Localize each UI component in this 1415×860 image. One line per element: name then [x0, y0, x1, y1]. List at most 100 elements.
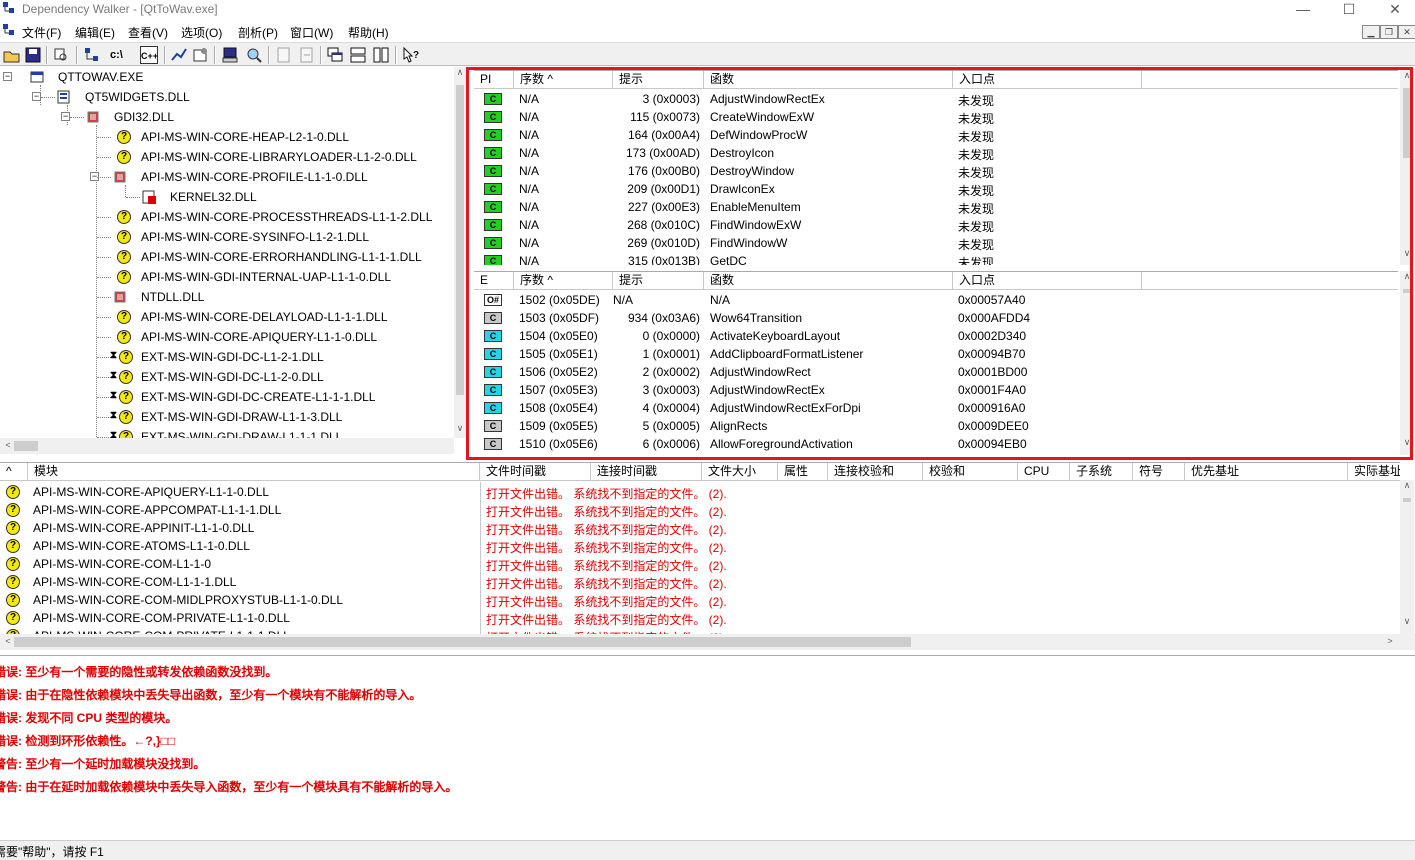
- scrollbar-thumb[interactable]: [1403, 88, 1411, 158]
- export-row[interactable]: C 1508 (0x05E4) 4 (0x0004) AdjustWindowRect…: [474, 399, 1398, 417]
- close-button[interactable]: ✕: [1372, 0, 1415, 20]
- tree-node[interactable]: − API-MS-WIN-CORE-PROFILE-L1-1-0.DLL: [0, 167, 454, 187]
- module-tree-pane[interactable]: − QTTOWAV.EXE − QT5WIDGETS.DLL − GDI32.DLL? AP…: [0, 67, 454, 438]
- tree-node[interactable]: ⧗? EXT-MS-WIN-GDI-DC-L1-2-1.DLL: [0, 347, 454, 367]
- modules-horizontal-scrollbar[interactable]: < >: [0, 634, 1415, 650]
- menu-view[interactable]: 查看(V): [128, 24, 168, 41]
- col-attributes[interactable]: 属性: [778, 463, 828, 481]
- export-row[interactable]: C 1506 (0x05E2) 2 (0x0002) AdjustWindowRect…: [474, 363, 1398, 381]
- col-subsystem[interactable]: 子系统: [1070, 463, 1133, 481]
- system-info-icon[interactable]: [221, 46, 239, 64]
- tree-node[interactable]: ? API-MS-WIN-GDI-INTERNAL-UAP-L1-1-0.DLL: [0, 267, 454, 287]
- tree-node[interactable]: ? API-MS-WIN-CORE-HEAP-L2-1-0.DLL: [0, 127, 454, 147]
- col-link-checksum[interactable]: 连接校验和: [828, 463, 923, 481]
- import-row[interactable]: C N/A 173 (0x00AD) DestroyIcon 未发现: [474, 144, 1398, 162]
- module-row[interactable]: ?API-MS-WIN-CORE-COM-PRIVATE-L1-1-1.DLL打…: [0, 627, 1400, 634]
- import-row[interactable]: C N/A 3 (0x0003) AdjustWindowRectEx 未发现: [474, 90, 1398, 108]
- minimize-button[interactable]: —: [1280, 0, 1326, 20]
- scroll-down-arrow[interactable]: ∨: [452, 423, 468, 434]
- col-pi[interactable]: PI: [474, 71, 514, 89]
- scrollbar-thumb[interactable]: [14, 441, 38, 451]
- expand-all-icon[interactable]: [83, 46, 101, 64]
- exports-pane[interactable]: E 序数 ^ 提示 函数 入口点 O# 1502 (0x05DE) N/A N/A 0x…: [474, 271, 1398, 455]
- module-row[interactable]: ? API-MS-WIN-CORE-COM-MIDLPROXYSTUB-L1-1-…: [0, 591, 1400, 609]
- export-row[interactable]: C 1503 (0x05DF) 934 (0x03A6) Wow64Transitio…: [474, 309, 1398, 327]
- col-checksum[interactable]: 校验和: [923, 463, 1018, 481]
- module-row[interactable]: ? API-MS-WIN-CORE-COM-PRIVATE-L1-1-0.DLL 打…: [0, 609, 1400, 627]
- col-actual-base[interactable]: 实际基址: [1348, 463, 1400, 481]
- scrollbar-thumb[interactable]: [456, 85, 464, 395]
- col-hint[interactable]: 提示: [613, 71, 704, 89]
- mdi-close-button[interactable]: ✕: [1398, 25, 1415, 39]
- import-row[interactable]: C N/A 315 (0x013B) GetDC 未发现: [474, 252, 1398, 265]
- copy-icon[interactable]: [52, 46, 70, 64]
- tree-node[interactable]: ⧗? EXT-MS-WIN-GDI-DC-L1-2-0.DLL: [0, 367, 454, 387]
- collapse-toggle[interactable]: −: [32, 92, 41, 101]
- col-hint[interactable]: 提示: [613, 272, 704, 290]
- export-row[interactable]: C 1510 (0x05E6) 6 (0x0006) AllowForegroundA…: [474, 435, 1398, 453]
- export-row[interactable]: C 1505 (0x05E1) 1 (0x0001) AddClipboardForm…: [474, 345, 1398, 363]
- tile-horizontal-icon[interactable]: [349, 46, 367, 64]
- col-ordinal[interactable]: 序数 ^: [514, 272, 613, 290]
- next-match-icon[interactable]: [298, 46, 316, 64]
- full-paths-button[interactable]: c:\: [110, 46, 128, 64]
- col-ordinal[interactable]: 序数 ^: [514, 71, 613, 89]
- import-row[interactable]: C N/A 176 (0x00B0) DestroyWindow 未发现: [474, 162, 1398, 180]
- collapse-toggle[interactable]: −: [61, 112, 70, 121]
- parent-imports-pane[interactable]: PI 序数 ^ 提示 函数 入口点 C N/A 3 (0x0003) AdjustWi…: [474, 70, 1398, 265]
- col-file-timestamp[interactable]: 文件时间戳: [480, 463, 591, 481]
- export-row[interactable]: O# 1502 (0x05DE) N/A N/A 0x00057A40: [474, 291, 1398, 309]
- exports-vertical-scrollbar[interactable]: ∧ ∨: [1400, 271, 1414, 455]
- col-entry-point[interactable]: 入口点: [953, 272, 1142, 290]
- scroll-up-arrow[interactable]: ∧: [1399, 70, 1415, 81]
- tile-vertical-icon[interactable]: [372, 46, 390, 64]
- mdi-minimize-button[interactable]: ▁: [1362, 25, 1380, 39]
- col-preferred-base[interactable]: 优先基址: [1185, 463, 1348, 481]
- menu-help[interactable]: 帮助(H): [348, 24, 389, 41]
- scroll-down-arrow[interactable]: ∨: [1399, 437, 1415, 448]
- import-row[interactable]: C N/A 268 (0x010C) FindWindowExW 未发现: [474, 216, 1398, 234]
- import-row[interactable]: C N/A 269 (0x010D) FindWindowW 未发现: [474, 234, 1398, 252]
- modules-vertical-scrollbar[interactable]: ∧ ∨: [1400, 480, 1414, 634]
- menu-edit[interactable]: 编辑(E): [75, 24, 115, 41]
- highlight-icon[interactable]: [275, 46, 293, 64]
- import-row[interactable]: C N/A 227 (0x00E3) EnableMenuItem 未发现: [474, 198, 1398, 216]
- maximize-button[interactable]: ☐: [1326, 0, 1372, 20]
- tree-vertical-scrollbar[interactable]: ∧ ∨: [454, 67, 466, 438]
- col-sort[interactable]: ^: [0, 463, 28, 481]
- import-row[interactable]: C N/A 209 (0x00D1) DrawIconEx 未发现: [474, 180, 1398, 198]
- col-file-size[interactable]: 文件大小: [702, 463, 778, 481]
- col-module[interactable]: 模块: [28, 463, 480, 481]
- tree-node[interactable]: ? API-MS-WIN-CORE-DELAYLOAD-L1-1-1.DLL: [0, 307, 454, 327]
- module-row[interactable]: ? API-MS-WIN-CORE-COM-L1-1-0 打开文件出错。 系统找不到…: [0, 555, 1400, 573]
- open-icon[interactable]: [3, 46, 21, 64]
- menu-options[interactable]: 选项(O): [181, 24, 222, 41]
- profile-icon[interactable]: [170, 46, 188, 64]
- tree-node[interactable]: ? API-MS-WIN-CORE-APIQUERY-L1-1-0.DLL: [0, 327, 454, 347]
- module-row[interactable]: ? API-MS-WIN-CORE-APPCOMPAT-L1-1-1.DLL 打开文…: [0, 501, 1400, 519]
- undecorate-cpp-button[interactable]: C++: [140, 46, 158, 64]
- menu-window[interactable]: 窗口(W): [290, 24, 333, 41]
- scrollbar-thumb[interactable]: [1403, 289, 1411, 293]
- col-entry-point[interactable]: 入口点: [953, 71, 1142, 89]
- search-icon[interactable]: [245, 46, 263, 64]
- col-function[interactable]: 函数: [704, 272, 953, 290]
- scrollbar-thumb[interactable]: [1403, 498, 1411, 502]
- col-e[interactable]: E: [474, 272, 514, 290]
- import-row[interactable]: C N/A 115 (0x0073) CreateWindowExW 未发现: [474, 108, 1398, 126]
- scroll-down-arrow[interactable]: ∨: [1399, 248, 1415, 259]
- col-link-timestamp[interactable]: 连接时间戳: [591, 463, 702, 481]
- mdi-restore-button[interactable]: ❐: [1380, 25, 1398, 39]
- imports-vertical-scrollbar[interactable]: ∧ ∨: [1400, 70, 1414, 265]
- module-row[interactable]: ? API-MS-WIN-CORE-APPINIT-L1-1-0.DLL 打开文件出…: [0, 519, 1400, 537]
- tree-node[interactable]: KERNEL32.DLL: [0, 187, 454, 207]
- cascade-icon[interactable]: [326, 46, 344, 64]
- scroll-right-arrow[interactable]: >: [1382, 636, 1398, 646]
- save-icon[interactable]: [24, 46, 42, 64]
- scroll-down-arrow[interactable]: ∨: [1399, 616, 1415, 627]
- tree-node[interactable]: − GDI32.DLL: [0, 107, 454, 127]
- scroll-up-arrow[interactable]: ∧: [1399, 480, 1415, 491]
- log-pane[interactable]: 错误: 至少有一个需要的隐性或转发依赖函数没找到。 错误: 由于在隐性依赖模块中丢…: [0, 655, 1415, 840]
- col-symbols[interactable]: 符号: [1133, 463, 1185, 481]
- export-row[interactable]: C 1504 (0x05E0) 0 (0x0000) ActivateKeyboard…: [474, 327, 1398, 345]
